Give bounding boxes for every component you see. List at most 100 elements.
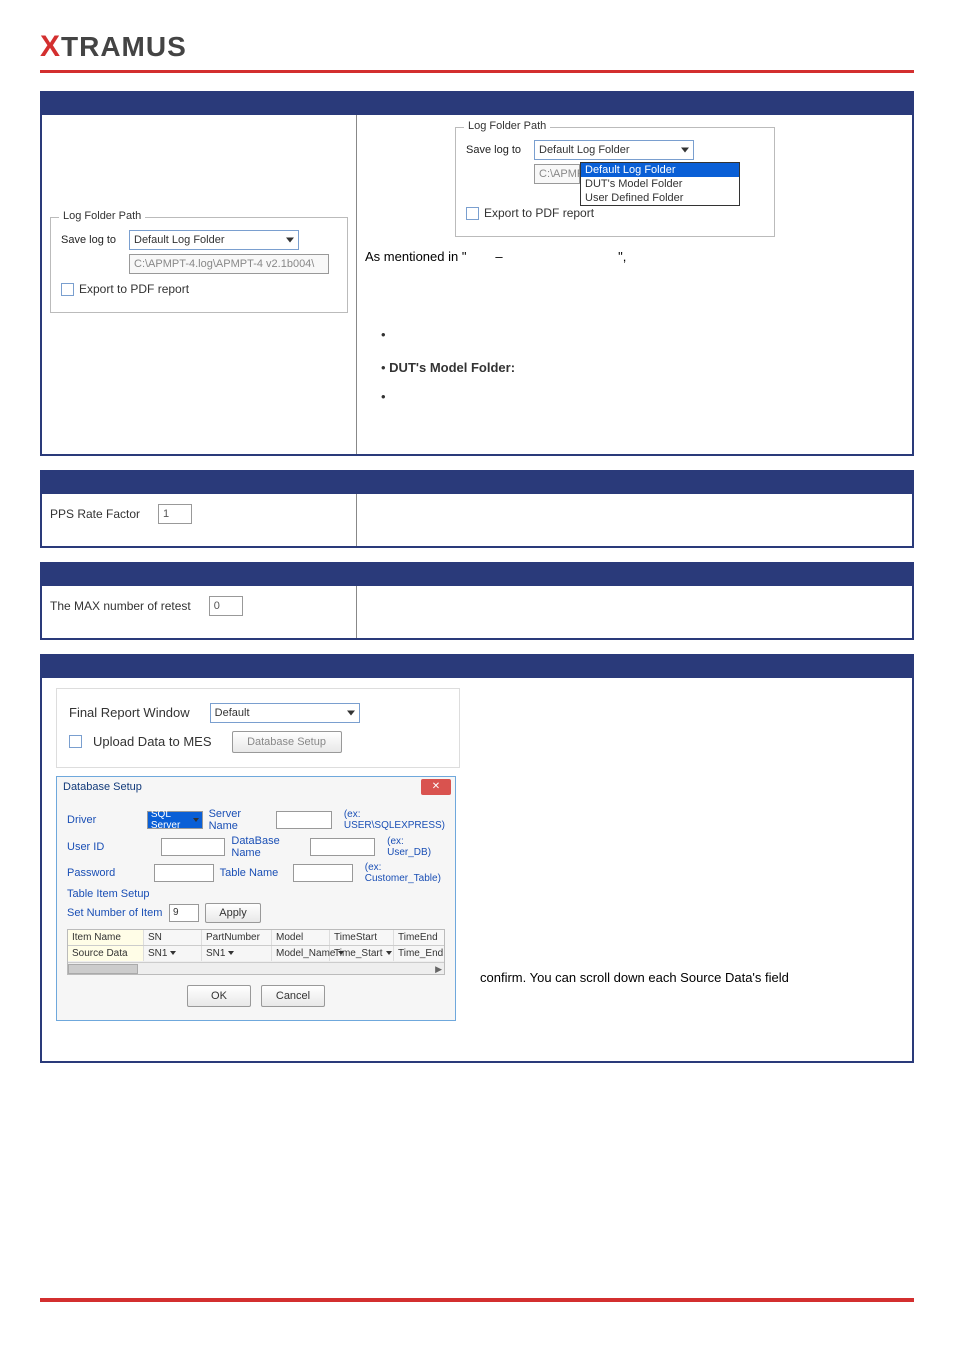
panel-log-folder: Log Folder Path Save log to Default Log …: [40, 91, 914, 456]
log-folder-group-left: Log Folder Path Save log to Default Log …: [50, 217, 348, 313]
select-value: Default Log Folder: [134, 234, 225, 246]
bullet-dut: DUT's Model Folder:: [381, 360, 904, 375]
c4s-v: Time_Start: [334, 948, 383, 959]
retest-input[interactable]: 0: [209, 596, 243, 616]
save-log-dropdown-list[interactable]: Default Log Folder DUT's Model Folder Us…: [580, 162, 740, 206]
scrollbar-thumb[interactable]: [68, 964, 138, 974]
logo-x: X: [40, 30, 61, 63]
pwd-input[interactable]: [154, 864, 214, 882]
cancel-text: Cancel: [276, 990, 310, 1002]
log-folder-group-right: Log Folder Path Save log to Default Log …: [455, 127, 775, 237]
upload-mes-checkbox[interactable]: [69, 735, 82, 748]
save-log-select[interactable]: Default Log Folder: [129, 230, 299, 250]
panel-mes: Final Report Window Default Upload Data …: [40, 654, 914, 1063]
export-pdf-checkbox-r[interactable]: [466, 207, 479, 220]
left-column: Log Folder Path Save log to Default Log …: [42, 115, 357, 454]
table-input[interactable]: [293, 864, 353, 882]
user-label: User ID: [67, 841, 155, 853]
driver-val: SQL Server: [151, 809, 190, 831]
pwd-label: Password: [67, 867, 148, 879]
log-path-field: C:\APMPT-4.log\APMPT-4 v2.1b004\: [129, 254, 329, 274]
group-title: Log Folder Path: [59, 210, 145, 222]
export-pdf-checkbox[interactable]: [61, 283, 74, 296]
save-log-select-r[interactable]: Default Log Folder: [534, 140, 694, 160]
c1s-v: SN1: [148, 948, 167, 959]
db-btn-text: Database Setup: [247, 736, 326, 748]
ok-button[interactable]: OK: [187, 985, 251, 1007]
pps-left: PPS Rate Factor 1: [42, 494, 357, 546]
retest-right: [357, 586, 912, 638]
bottom-divider: [40, 1298, 914, 1302]
dialog-title: Database Setup: [57, 777, 455, 797]
scroll-right-icon[interactable]: ▶: [435, 964, 442, 975]
chevron-down-icon: [170, 951, 176, 955]
dbname-label: DataBase Name: [231, 835, 304, 859]
c3: Model: [272, 930, 330, 945]
table-hint: (ex: Customer_Table): [365, 862, 445, 884]
txt-end: ",: [618, 249, 626, 264]
panel-header-4: [42, 656, 912, 678]
c4s[interactable]: Time_Start: [330, 946, 394, 961]
database-setup-button[interactable]: Database Setup: [232, 731, 342, 753]
user-input[interactable]: [161, 838, 226, 856]
cancel-button[interactable]: Cancel: [261, 985, 325, 1007]
database-setup-dialog: Database Setup ✕ Driver SQL Server Serve…: [56, 776, 456, 1021]
table-label: Table Name: [220, 867, 287, 879]
col-src: Source Data: [68, 946, 144, 961]
panel-retest: The MAX number of retest 0: [40, 562, 914, 640]
panel-header: [42, 93, 912, 115]
log-path-value: C:\APMPT-4.log\APMPT-4 v2.1b004\: [134, 258, 314, 270]
setnum-label: Set Number of Item: [67, 907, 163, 919]
chevron-down-icon: [228, 951, 234, 955]
pps-label: PPS Rate Factor: [50, 507, 140, 521]
horizontal-scrollbar[interactable]: ▶: [68, 962, 444, 974]
c4: TimeStart: [330, 930, 394, 945]
setnum-input[interactable]: 9: [169, 904, 199, 922]
server-label: Server Name: [209, 808, 271, 832]
c2s-v: SN1: [206, 948, 225, 959]
retest-value: 0: [214, 600, 220, 612]
option-user[interactable]: User Defined Folder: [581, 191, 739, 205]
final-report-label: Final Report Window: [69, 705, 190, 720]
c1: SN: [144, 930, 202, 945]
select-value-r: Default Log Folder: [539, 144, 630, 156]
dbname-input[interactable]: [310, 838, 375, 856]
logo-rest: TRAMUS: [61, 31, 187, 62]
upload-mes-label: Upload Data to MES: [93, 734, 212, 749]
mes-right: confirm. You can scroll down each Source…: [472, 678, 912, 1061]
apply-button[interactable]: Apply: [205, 903, 261, 923]
panel-header-3: [42, 564, 912, 586]
c1s[interactable]: SN1: [144, 946, 202, 961]
final-report-value: Default: [215, 707, 250, 719]
bullet-empty-2: [381, 389, 904, 404]
c5s[interactable]: Time_End: [394, 946, 444, 961]
txt-dash: –: [495, 249, 502, 264]
server-hint: (ex: USER\SQLEXPRESS): [344, 809, 445, 831]
c5s-v: Time_End: [398, 948, 443, 959]
pps-input[interactable]: 1: [158, 504, 192, 524]
setnum-val: 9: [173, 907, 179, 918]
c5: TimeEnd: [394, 930, 444, 945]
save-log-label-r: Save log to: [466, 144, 526, 156]
close-icon[interactable]: ✕: [421, 779, 451, 795]
option-default[interactable]: Default Log Folder: [581, 163, 739, 177]
path-prefix: C:\APMP: [539, 168, 584, 180]
txt-a: As mentioned in ": [365, 249, 466, 264]
chevron-down-icon: [386, 951, 392, 955]
c3s[interactable]: Model_Name: [272, 946, 330, 961]
chevron-down-icon: [681, 148, 689, 153]
path-prefix-field: C:\APMP: [534, 164, 580, 184]
chevron-down-icon: [347, 710, 355, 715]
final-report-select[interactable]: Default: [210, 703, 360, 723]
mention-line: As mentioned in " – ",: [365, 247, 904, 267]
driver-select[interactable]: SQL Server: [147, 811, 203, 829]
c2s[interactable]: SN1: [202, 946, 272, 961]
col-item: Item Name: [68, 930, 144, 945]
server-input[interactable]: [276, 811, 332, 829]
option-dut[interactable]: DUT's Model Folder: [581, 177, 739, 191]
logo: XTRAMUS: [40, 30, 914, 64]
right-column: Log Folder Path Save log to Default Log …: [357, 115, 912, 454]
retest-left: The MAX number of retest 0: [42, 586, 357, 638]
chevron-down-icon: [193, 818, 199, 822]
export-pdf-label-r: Export to PDF report: [484, 206, 594, 220]
